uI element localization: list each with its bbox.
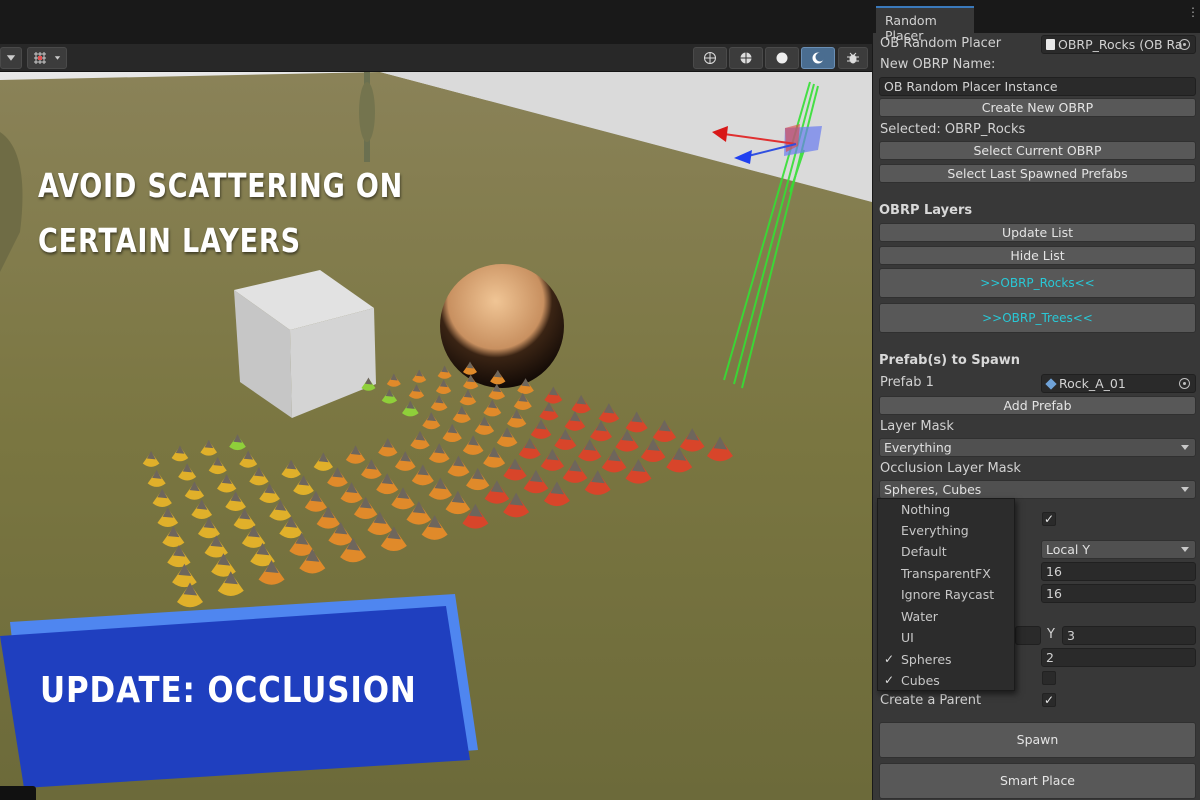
prefab-cube-icon	[1045, 378, 1057, 390]
select-current-obrp-button[interactable]: Select Current OBRP	[879, 141, 1196, 160]
ob-random-placer-field[interactable]: OBRP_Rocks (OB Ra	[1041, 35, 1196, 54]
layer-obrp-trees-button[interactable]: >>OBRP_Trees<<	[879, 303, 1196, 333]
banner-title: UPDATE: OCCLUSION	[40, 670, 417, 711]
checkmark-icon: ✓	[884, 652, 895, 666]
more-options-icon[interactable]	[1187, 10, 1191, 14]
new-obrp-name-input[interactable]: OB Random Placer Instance	[879, 77, 1196, 96]
chevron-down-icon	[1181, 445, 1189, 450]
popup-item-ignore-raycast[interactable]: Ignore Raycast	[878, 584, 1014, 605]
grid-snap-icon[interactable]	[27, 47, 67, 69]
option-checkbox-2[interactable]	[1042, 671, 1056, 685]
chevron-down-icon	[1181, 547, 1189, 552]
popup-item-default[interactable]: Default	[878, 541, 1014, 562]
checkmark-icon: ✓	[884, 673, 895, 687]
editor-top-bar	[0, 0, 872, 44]
spawn-button[interactable]: Spawn	[879, 722, 1196, 758]
create-parent-checkbox[interactable]: ✓	[1042, 693, 1056, 707]
camera-icon	[0, 786, 36, 800]
obrp-layers-header: OBRP Layers	[879, 203, 973, 218]
tab-random-placer[interactable]: Random Placer	[876, 6, 974, 43]
scene-view[interactable]: AVOID SCATTERING ON CERTAIN LAYERS UPDAT…	[0, 0, 872, 800]
create-parent-label: Create a Parent	[880, 693, 982, 708]
popup-item-water[interactable]: Water	[878, 606, 1014, 627]
update-list-button[interactable]: Update List	[879, 223, 1196, 242]
selected-obrp-text: Selected: OBRP_Rocks	[880, 122, 1026, 137]
x-value-field[interactable]	[1015, 626, 1041, 645]
scene-toolbar	[0, 44, 872, 72]
chevron-down-icon	[1181, 487, 1189, 492]
file-icon	[1046, 39, 1055, 50]
dropdown-arrow-icon[interactable]	[0, 47, 22, 69]
popup-item-spheres[interactable]: ✓ Spheres	[878, 649, 1014, 670]
y-axis-label: Y	[1047, 627, 1055, 642]
create-new-obrp-button[interactable]: Create New OBRP	[879, 98, 1196, 117]
count-field-c[interactable]: 2	[1041, 648, 1196, 667]
popup-item-nothing[interactable]: Nothing	[878, 499, 1014, 520]
panel-tab-bar: Random Placer	[873, 0, 1200, 43]
occlusion-layer-mask-label: Occlusion Layer Mask	[880, 461, 1021, 476]
wireframe-globe-icon[interactable]	[693, 47, 727, 69]
hide-list-button[interactable]: Hide List	[879, 246, 1196, 265]
ob-random-placer-label: OB Random Placer	[880, 36, 1002, 51]
popup-item-ui[interactable]: UI	[878, 627, 1014, 648]
sphere-object[interactable]	[440, 264, 564, 388]
shaded-sphere-icon[interactable]	[765, 47, 799, 69]
axis-dropdown[interactable]: Local Y	[1041, 540, 1196, 559]
count-field-a[interactable]: 16	[1041, 562, 1196, 581]
object-picker-icon[interactable]	[1179, 39, 1190, 50]
new-obrp-name-label: New OBRP Name:	[880, 57, 996, 72]
add-prefab-button[interactable]: Add Prefab	[879, 396, 1196, 415]
occlusion-layer-mask-dropdown[interactable]: Spheres, Cubes	[879, 480, 1196, 499]
object-picker-icon[interactable]	[1179, 378, 1190, 389]
y-value-field[interactable]: 3	[1062, 626, 1196, 645]
popup-item-everything[interactable]: Everything	[878, 520, 1014, 541]
prefabs-to-spawn-header: Prefab(s) to Spawn	[879, 353, 1021, 368]
count-field-b[interactable]: 16	[1041, 584, 1196, 603]
gizmo-bug-icon[interactable]	[838, 47, 868, 69]
option-checkbox-1[interactable]: ✓	[1042, 512, 1056, 526]
prefab-1-label: Prefab 1	[880, 375, 934, 390]
shaded-wireframe-icon[interactable]	[729, 47, 763, 69]
layer-obrp-rocks-button[interactable]: >>OBRP_Rocks<<	[879, 268, 1196, 298]
smart-place-button[interactable]: Smart Place	[879, 763, 1196, 799]
lighting-icon[interactable]	[801, 47, 835, 69]
popup-item-cubes[interactable]: ✓ Cubes	[878, 670, 1014, 691]
select-last-spawned-button[interactable]: Select Last Spawned Prefabs	[879, 164, 1196, 183]
popup-item-transparentfx[interactable]: TransparentFX	[878, 563, 1014, 584]
occlusion-layer-popup: Nothing Everything Default TransparentFX…	[877, 498, 1015, 691]
prefab-1-field[interactable]: Rock_A_01	[1041, 374, 1196, 393]
layer-mask-dropdown[interactable]: Everything	[879, 438, 1196, 457]
headline-text: AVOID SCATTERING ON CERTAIN LAYERS	[38, 166, 404, 260]
layer-mask-label: Layer Mask	[880, 419, 954, 434]
